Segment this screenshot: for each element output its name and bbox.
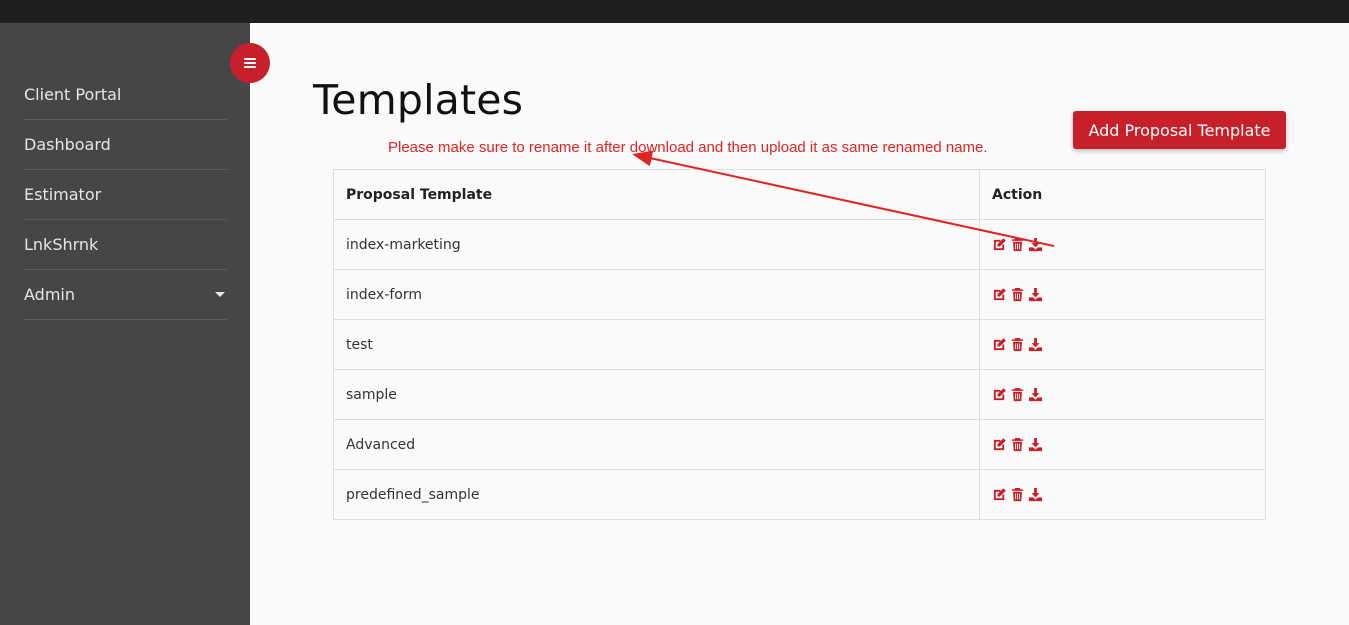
sidebar-item-estimator[interactable]: Estimator bbox=[24, 170, 227, 220]
action-cell bbox=[979, 469, 1266, 520]
chevron-down-icon bbox=[215, 292, 225, 297]
trash-icon[interactable] bbox=[1010, 487, 1025, 502]
sidebar-item-dashboard[interactable]: Dashboard bbox=[24, 120, 227, 170]
templates-table: Proposal Template Action index-marketing… bbox=[333, 169, 1266, 520]
table-header-row: Proposal Template Action bbox=[333, 169, 1266, 220]
download-icon[interactable] bbox=[1028, 437, 1043, 452]
action-cell bbox=[979, 219, 1266, 270]
edit-icon[interactable] bbox=[992, 237, 1007, 252]
action-cell bbox=[979, 269, 1266, 320]
edit-icon[interactable] bbox=[992, 387, 1007, 402]
template-name-cell: index-form bbox=[333, 269, 980, 320]
edit-icon[interactable] bbox=[992, 337, 1007, 352]
sidebar-item-label: Client Portal bbox=[24, 85, 122, 104]
download-icon[interactable] bbox=[1028, 487, 1043, 502]
table-row: predefined_sample bbox=[333, 469, 1266, 520]
sidebar-item-admin[interactable]: Admin bbox=[24, 270, 227, 320]
download-icon[interactable] bbox=[1028, 287, 1043, 302]
table-row: index-marketing bbox=[333, 219, 1266, 270]
sidebar: Client Portal Dashboard Estimator LnkShr… bbox=[0, 23, 250, 625]
sidebar-item-client-portal[interactable]: Client Portal bbox=[24, 70, 227, 120]
table-row: test bbox=[333, 319, 1266, 370]
sidebar-item-lnkshrnk[interactable]: LnkShrnk bbox=[24, 220, 227, 270]
sidebar-item-label: Admin bbox=[24, 285, 75, 304]
sidebar-item-label: Estimator bbox=[24, 185, 102, 204]
trash-icon[interactable] bbox=[1010, 237, 1025, 252]
page-title: Templates bbox=[313, 76, 524, 124]
edit-icon[interactable] bbox=[992, 437, 1007, 452]
edit-icon[interactable] bbox=[992, 487, 1007, 502]
edit-icon[interactable] bbox=[992, 287, 1007, 302]
template-name-cell: sample bbox=[333, 369, 980, 420]
table-row: Advanced bbox=[333, 419, 1266, 470]
action-cell bbox=[979, 419, 1266, 470]
action-cell bbox=[979, 369, 1266, 420]
download-icon[interactable] bbox=[1028, 337, 1043, 352]
sidebar-item-label: Dashboard bbox=[24, 135, 111, 154]
add-proposal-template-button[interactable]: Add Proposal Template bbox=[1073, 111, 1286, 149]
column-header-proposal-template: Proposal Template bbox=[333, 169, 980, 220]
column-header-action: Action bbox=[979, 169, 1266, 220]
template-name-cell: predefined_sample bbox=[333, 469, 980, 520]
rename-notice: Please make sure to rename it after down… bbox=[388, 139, 988, 156]
template-name-cell: Advanced bbox=[333, 419, 980, 470]
table-row: index-form bbox=[333, 269, 1266, 320]
trash-icon[interactable] bbox=[1010, 287, 1025, 302]
hamburger-icon bbox=[244, 58, 256, 68]
template-name-cell: index-marketing bbox=[333, 219, 980, 270]
action-cell bbox=[979, 319, 1266, 370]
trash-icon[interactable] bbox=[1010, 387, 1025, 402]
top-bar bbox=[0, 0, 1349, 23]
download-icon[interactable] bbox=[1028, 387, 1043, 402]
table-row: sample bbox=[333, 369, 1266, 420]
trash-icon[interactable] bbox=[1010, 437, 1025, 452]
sidebar-nav: Client Portal Dashboard Estimator LnkShr… bbox=[24, 70, 227, 320]
download-icon[interactable] bbox=[1028, 237, 1043, 252]
sidebar-item-label: LnkShrnk bbox=[24, 235, 99, 254]
template-name-cell: test bbox=[333, 319, 980, 370]
trash-icon[interactable] bbox=[1010, 337, 1025, 352]
sidebar-toggle-button[interactable] bbox=[230, 43, 270, 83]
